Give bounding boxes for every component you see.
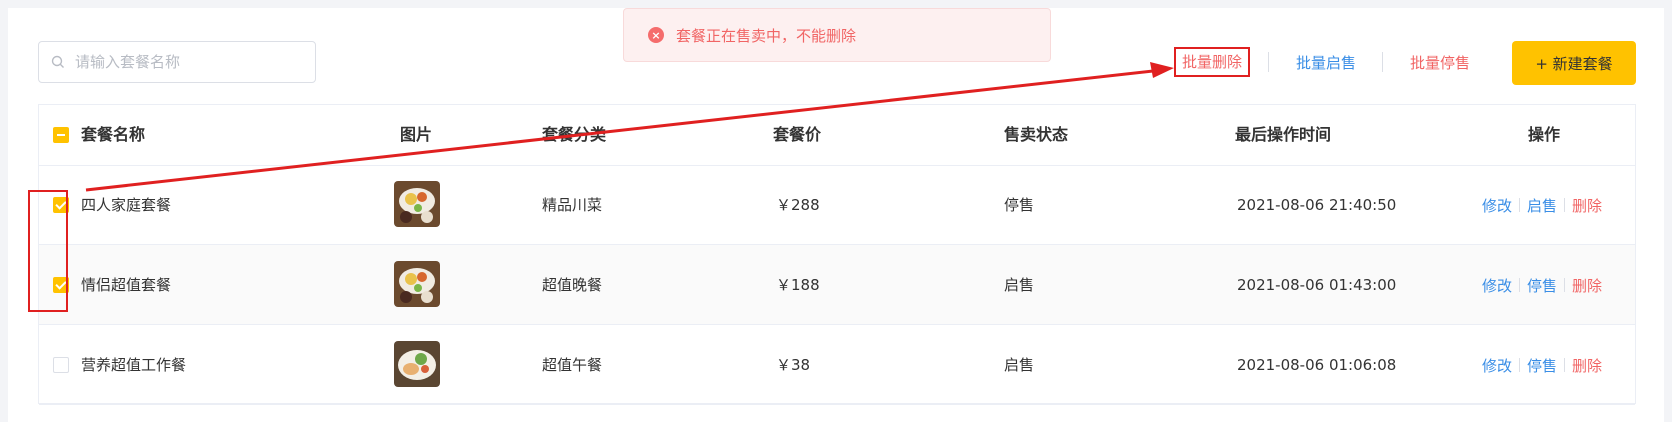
header-ops: 操作 [1528,125,1561,144]
batch-start-button[interactable]: 批量启售 [1296,52,1356,74]
row-actions: 修改 启售 删除 [1482,165,1602,245]
table-row: 情侣超值套餐 超值晚餐 ￥188 启售 2021-08-06 01:43:00 … [39,245,1635,325]
divider [1564,358,1566,372]
row-name: 四人家庭套餐 [81,196,172,214]
row-status: 停售 [1004,196,1035,214]
search-input[interactable] [73,52,307,72]
header-status: 售卖状态 [1004,125,1069,144]
header-name: 套餐名称 [81,125,146,144]
alert-message: 套餐正在售卖中，不能删除 [676,26,857,45]
row-name: 营养超值工作餐 [81,356,187,374]
divider [1564,278,1566,292]
divider [1519,278,1521,292]
row-actions: 修改 停售 删除 [1482,325,1602,405]
divider [1382,52,1383,72]
divider [1564,198,1566,212]
new-package-button[interactable]: + 新建套餐 [1512,41,1636,85]
table-row: 四人家庭套餐 精品川菜 ￥288 停售 2021-08-06 21:40:50 … [39,165,1635,245]
row-actions: 修改 停售 删除 [1482,245,1602,325]
batch-stop-button[interactable]: 批量停售 [1410,52,1470,74]
edit-link[interactable]: 修改 [1482,195,1512,216]
table-row: 营养超值工作餐 超值午餐 ￥38 启售 2021-08-06 01:06:08 … [39,325,1635,405]
error-alert: × 套餐正在售卖中，不能删除 [623,8,1051,62]
row-category: 精品川菜 [542,196,603,214]
row-name: 情侣超值套餐 [81,276,172,294]
divider [1268,52,1269,72]
row-status: 启售 [1004,356,1035,374]
row-status: 启售 [1004,276,1035,294]
header-time: 最后操作时间 [1235,125,1332,144]
row-checkbox[interactable] [53,277,69,293]
search-icon [51,55,64,68]
error-circle-icon: × [648,27,664,43]
package-thumbnail [394,341,440,387]
row-category: 超值晚餐 [542,276,603,294]
row-time: 2021-08-06 01:06:08 [1237,356,1397,374]
select-all-checkbox[interactable] [53,127,69,143]
toggle-sale-link[interactable]: 停售 [1527,275,1557,296]
row-price: ￥288 [776,196,820,214]
divider [1519,358,1521,372]
row-time: 2021-08-06 21:40:50 [1237,196,1397,214]
package-thumbnail [394,261,440,307]
row-category: 超值午餐 [542,356,603,374]
header-category: 套餐分类 [542,125,607,144]
delete-link[interactable]: 删除 [1572,195,1602,216]
edit-link[interactable]: 修改 [1482,275,1512,296]
toggle-sale-link[interactable]: 启售 [1527,195,1557,216]
row-checkbox[interactable] [53,197,69,213]
row-price: ￥38 [776,356,811,374]
package-thumbnail [394,181,440,227]
row-time: 2021-08-06 01:43:00 [1237,276,1397,294]
delete-link[interactable]: 删除 [1572,275,1602,296]
header-image: 图片 [400,125,433,144]
package-table: 套餐名称 图片 套餐分类 套餐价 售卖状态 最后操作时间 操作 四人家庭套餐 精… [38,104,1636,405]
search-box[interactable] [38,41,316,83]
batch-delete-button[interactable]: 批量删除 [1174,47,1251,77]
divider [1519,198,1521,212]
header-price: 套餐价 [773,125,822,144]
delete-link[interactable]: 删除 [1572,355,1602,376]
toggle-sale-link[interactable]: 停售 [1527,355,1557,376]
edit-link[interactable]: 修改 [1482,355,1512,376]
table-header: 套餐名称 图片 套餐分类 套餐价 售卖状态 最后操作时间 操作 [39,105,1635,166]
row-price: ￥188 [776,276,820,294]
row-checkbox[interactable] [53,357,69,373]
